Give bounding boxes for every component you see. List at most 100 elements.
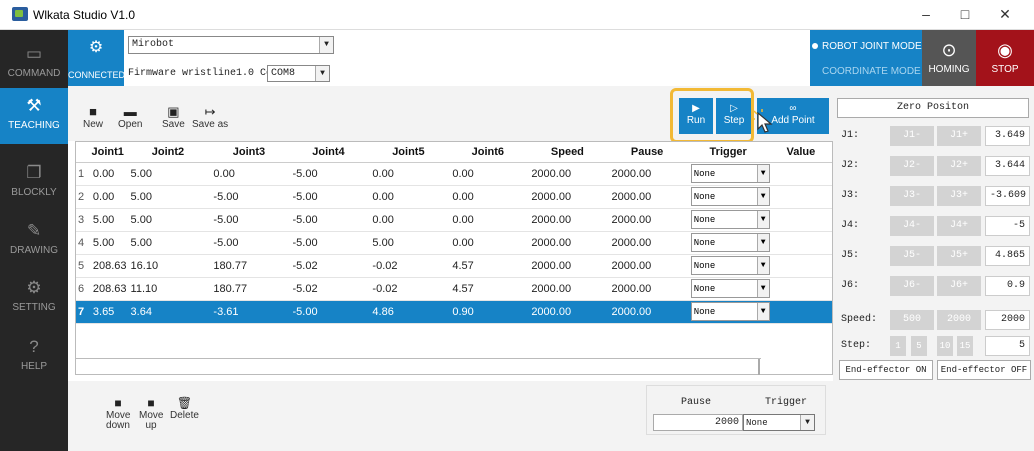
col-header[interactable]: Joint5 xyxy=(368,142,449,163)
open-button[interactable]: ▬ Open xyxy=(118,104,142,130)
col-header[interactable]: Trigger xyxy=(686,142,770,163)
cell-speed[interactable]: 2000.00 xyxy=(527,254,608,278)
joint-value[interactable]: -3.609 xyxy=(985,186,1030,206)
delete-button[interactable]: 🗑 Delete xyxy=(170,396,199,421)
save-as-button[interactable]: ↦ Save as xyxy=(192,104,228,130)
cell-j6[interactable]: 0.00 xyxy=(448,231,528,255)
cell-j3[interactable]: 0.00 xyxy=(209,162,289,186)
cell-j4[interactable]: -5.00 xyxy=(288,231,369,255)
cell-j2[interactable]: 3.64 xyxy=(126,300,210,324)
cell-pause[interactable]: 2000.00 xyxy=(607,300,687,324)
cell-pause[interactable]: 2000.00 xyxy=(607,277,687,301)
table-row[interactable]: 3 5.00 5.00 -5.00 -5.00 0.00 0.00 2000.00 2000.0… xyxy=(76,208,832,232)
trigger-select[interactable]: None ▼ xyxy=(690,164,770,183)
cell-j1[interactable]: 3.65 xyxy=(88,300,127,324)
pause-input[interactable]: 2000 xyxy=(653,414,743,431)
save-button[interactable]: ▣ Save xyxy=(162,104,185,130)
cell-value[interactable] xyxy=(769,300,832,324)
cell-j4[interactable]: -5.02 xyxy=(288,277,369,301)
col-header[interactable]: Joint6 xyxy=(448,142,528,163)
joint-minus-button[interactable]: J2- xyxy=(890,156,934,176)
step-option-10[interactable]: 10 xyxy=(937,336,953,356)
coordinate-mode-radio[interactable]: COORDINATE MODE xyxy=(822,66,921,77)
close-button[interactable]: ✕ xyxy=(990,4,1020,24)
joint-value[interactable]: 3.644 xyxy=(985,156,1030,176)
joint-minus-button[interactable]: J3- xyxy=(890,186,934,206)
col-header[interactable]: Joint4 xyxy=(288,142,369,163)
speed-option-2000[interactable]: 2000 xyxy=(937,310,981,330)
col-header[interactable]: Value xyxy=(769,142,832,163)
speed-option-500[interactable]: 500 xyxy=(890,310,934,330)
cell-j2[interactable]: 11.10 xyxy=(126,277,210,301)
joint-minus-button[interactable]: J4- xyxy=(890,216,934,236)
cell-j2[interactable]: 16.10 xyxy=(126,254,210,278)
joint-mode-radio[interactable]: ROBOT JOINT MODE xyxy=(822,41,922,52)
sidebar-item-command[interactable]: ▭ COMMAND xyxy=(0,36,68,92)
sidebar-item-teaching[interactable]: ⚒ TEACHING xyxy=(0,88,68,144)
col-header[interactable]: Pause xyxy=(607,142,687,163)
cell-j4[interactable]: -5.02 xyxy=(288,254,369,278)
joint-plus-button[interactable]: J2+ xyxy=(937,156,981,176)
cell-j5[interactable]: 0.00 xyxy=(368,185,449,209)
cell-j3[interactable]: -3.61 xyxy=(209,300,289,324)
step-option-1[interactable]: 1 xyxy=(890,336,906,356)
col-header[interactable]: Speed xyxy=(527,142,608,163)
cell-speed[interactable]: 2000.00 xyxy=(527,185,608,209)
cell-value[interactable] xyxy=(769,208,832,232)
move-down-button[interactable]: ■ Move down xyxy=(106,396,130,431)
step-option-15[interactable]: 15 xyxy=(957,336,973,356)
cell-j1[interactable]: 208.63 xyxy=(88,254,127,278)
cell-value[interactable] xyxy=(769,162,832,186)
step-value[interactable]: 5 xyxy=(985,336,1030,356)
cell-value[interactable] xyxy=(769,277,832,301)
cell-j5[interactable]: -0.02 xyxy=(368,254,449,278)
cell-j3[interactable]: 180.77 xyxy=(209,254,289,278)
cell-pause[interactable]: 2000.00 xyxy=(607,254,687,278)
com-port-select[interactable]: COM8 ▼ xyxy=(267,65,330,82)
cell-j2[interactable]: 5.00 xyxy=(126,208,210,232)
cell-j2[interactable]: 5.00 xyxy=(126,162,210,186)
joint-plus-button[interactable]: J5+ xyxy=(937,246,981,266)
cell-j5[interactable]: 5.00 xyxy=(368,231,449,255)
cell-j1[interactable]: 0.00 xyxy=(88,162,127,186)
cell-j6[interactable]: 0.00 xyxy=(448,162,528,186)
joint-plus-button[interactable]: J1+ xyxy=(937,126,981,146)
cell-pause[interactable]: 2000.00 xyxy=(607,208,687,232)
table-row[interactable]: 7 3.65 3.64 -3.61 -5.00 4.86 0.90 2000.00 2000.0… xyxy=(76,300,832,324)
cell-j5[interactable]: -0.02 xyxy=(368,277,449,301)
cell-j3[interactable]: -5.00 xyxy=(209,185,289,209)
joint-minus-button[interactable]: J5- xyxy=(890,246,934,266)
cell-speed[interactable]: 2000.00 xyxy=(527,300,608,324)
cell-j1[interactable]: 5.00 xyxy=(88,231,127,255)
cell-pause[interactable]: 2000.00 xyxy=(607,162,687,186)
robot-select[interactable]: Mirobot ▼ xyxy=(128,36,334,54)
joint-plus-button[interactable]: J3+ xyxy=(937,186,981,206)
joint-minus-button[interactable]: J6- xyxy=(890,276,934,296)
cell-pause[interactable]: 2000.00 xyxy=(607,185,687,209)
trigger-select[interactable]: None ▼ xyxy=(690,279,770,298)
sidebar-item-blockly[interactable]: ❐ BLOCKLY xyxy=(0,155,68,211)
connect-button[interactable]: ⚙ CONNECTED xyxy=(68,30,125,86)
cell-j1[interactable]: 0.00 xyxy=(88,185,127,209)
cell-j6[interactable]: 4.57 xyxy=(448,277,528,301)
cell-j1[interactable]: 5.00 xyxy=(88,208,127,232)
col-header[interactable]: Joint3 xyxy=(209,142,289,163)
cell-j4[interactable]: -5.00 xyxy=(288,162,369,186)
cell-j6[interactable]: 4.57 xyxy=(448,254,528,278)
cell-j3[interactable]: -5.00 xyxy=(209,208,289,232)
table-row[interactable]: 4 5.00 5.00 -5.00 -5.00 5.00 0.00 2000.00 2000.0… xyxy=(76,231,832,255)
cell-j6[interactable]: 0.90 xyxy=(448,300,528,324)
cell-speed[interactable]: 2000.00 xyxy=(527,162,608,186)
table-row[interactable]: 5 208.63 16.10 180.77 -5.02 -0.02 4.57 2000.00 2… xyxy=(76,254,832,278)
move-up-button[interactable]: ■ Move up xyxy=(139,396,163,431)
horizontal-scrollbar[interactable] xyxy=(76,358,761,375)
cell-speed[interactable]: 2000.00 xyxy=(527,208,608,232)
cell-pause[interactable]: 2000.00 xyxy=(607,231,687,255)
zero-position-button[interactable]: Zero Positon xyxy=(837,98,1029,118)
sidebar-item-setting[interactable]: ⚙ SETTING xyxy=(0,270,68,326)
trigger-select[interactable]: None ▼ xyxy=(743,414,815,431)
cell-j3[interactable]: -5.00 xyxy=(209,231,289,255)
sidebar-item-drawing[interactable]: ✎ DRAWING xyxy=(0,213,68,269)
stop-button[interactable]: ◉ STOP xyxy=(976,30,1034,86)
cell-speed[interactable]: 2000.00 xyxy=(527,277,608,301)
